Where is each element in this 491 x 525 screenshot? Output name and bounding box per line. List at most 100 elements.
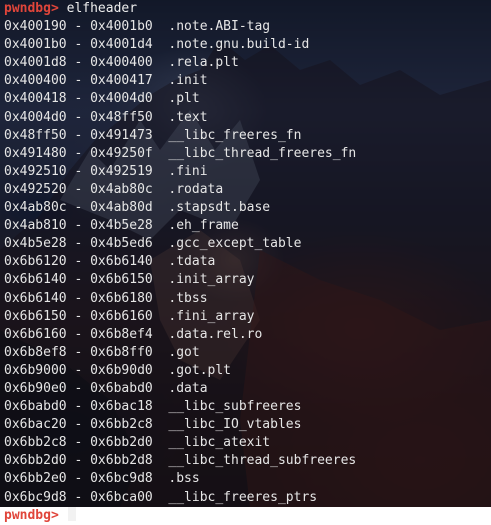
section-end-address: 0x6b6140 <box>90 254 153 270</box>
range-separator: - <box>74 471 83 487</box>
section-row: 0x491480 - 0x49250f __libc_thread_freere… <box>4 145 356 163</box>
section-end-address: 0x6bb2d8 <box>90 453 153 469</box>
section-end-address: 0x6bb2d0 <box>90 435 153 451</box>
section-end-address: 0x6bac18 <box>90 399 153 415</box>
section-name: .data <box>168 380 208 396</box>
range-separator: - <box>74 290 83 306</box>
section-end-address: 0x400417 <box>90 73 153 89</box>
section-name: .data.rel.ro <box>168 326 263 342</box>
section-list: 0x400190 - 0x4001b0 .note.ABI-tag 0x4001b… <box>4 18 356 507</box>
section-row: 0x6b6150 - 0x6b6160 .fini_array <box>4 308 356 326</box>
range-separator: - <box>74 435 83 451</box>
range-separator: - <box>74 326 83 342</box>
section-end-address: 0x4001d4 <box>90 37 153 53</box>
section-row: 0x4ab80c - 0x4ab80d .stapsdt.base <box>4 199 356 217</box>
range-separator: - <box>74 417 83 433</box>
section-row: 0x4004d0 - 0x48ff50 .text <box>4 109 356 127</box>
section-end-address: 0x6b8ef4 <box>90 326 153 342</box>
section-row: 0x4ab810 - 0x4b5e28 .eh_frame <box>4 217 356 235</box>
section-start-address: 0x6b8ef8 <box>4 344 67 360</box>
section-start-address: 0x400190 <box>4 19 67 35</box>
section-name: .eh_frame <box>168 218 239 234</box>
text-cursor <box>67 506 76 521</box>
section-row: 0x6b6120 - 0x6b6140 .tdata <box>4 253 356 271</box>
section-name: .tbss <box>168 290 208 306</box>
section-name: __libc_IO_vtables <box>168 417 302 433</box>
section-name: .got <box>168 344 200 360</box>
section-name: .fini_array <box>168 308 255 324</box>
section-end-address: 0x6b6150 <box>90 272 153 288</box>
range-separator: - <box>74 362 83 378</box>
section-row: 0x6b9000 - 0x6b90d0 .got.plt <box>4 362 356 380</box>
section-end-address: 0x49250f <box>90 145 153 161</box>
range-separator: - <box>74 163 83 179</box>
section-start-address: 0x6bb2c8 <box>4 435 67 451</box>
section-row: 0x4001d8 - 0x400400 .rela.plt <box>4 54 356 72</box>
section-end-address: 0x6b6160 <box>90 308 153 324</box>
section-start-address: 0x6bb2e0 <box>4 471 67 487</box>
section-name: .note.gnu.build-id <box>168 37 310 53</box>
range-separator: - <box>74 380 83 396</box>
range-separator: - <box>74 453 83 469</box>
section-start-address: 0x4001b0 <box>4 37 67 53</box>
section-name: .fini <box>168 163 208 179</box>
section-end-address: 0x4b5ed6 <box>90 236 153 252</box>
section-row: 0x6b6140 - 0x6b6150 .init_array <box>4 271 356 289</box>
section-row: 0x6bb2e0 - 0x6bc9d8 .bss <box>4 470 356 488</box>
range-separator: - <box>74 272 83 288</box>
command-line: pwndbg> elfheader <box>4 0 356 18</box>
section-name: .rodata <box>168 181 224 197</box>
section-row: 0x492520 - 0x4ab80c .rodata <box>4 181 356 199</box>
section-end-address: 0x6babd0 <box>90 380 153 396</box>
section-row: 0x6bc9d8 - 0x6bca00 __libc_freeres_ptrs <box>4 489 356 507</box>
input-line[interactable]: pwndbg> <box>4 506 356 525</box>
range-separator: - <box>74 218 83 234</box>
section-row: 0x6bac20 - 0x6bb2c8 __libc_IO_vtables <box>4 416 356 434</box>
section-start-address: 0x400400 <box>4 73 67 89</box>
range-separator: - <box>74 73 83 89</box>
range-separator: - <box>74 308 83 324</box>
section-name: .init <box>168 73 208 89</box>
section-start-address: 0x6b6120 <box>4 254 67 270</box>
section-start-address: 0x4ab80c <box>4 200 67 216</box>
section-name: __libc_thread_subfreeres <box>168 453 357 469</box>
range-separator: - <box>74 109 83 125</box>
range-separator: - <box>74 145 83 161</box>
section-end-address: 0x6bc9d8 <box>90 471 153 487</box>
section-end-address: 0x4b5e28 <box>90 218 153 234</box>
section-name: .bss <box>168 471 200 487</box>
section-start-address: 0x6b6160 <box>4 326 67 342</box>
section-name: .stapsdt.base <box>168 200 271 216</box>
section-start-address: 0x6bc9d8 <box>4 489 67 505</box>
section-end-address: 0x491473 <box>90 127 153 143</box>
section-start-address: 0x4ab810 <box>4 218 67 234</box>
gdb-prompt: pwndbg> <box>4 1 59 16</box>
range-separator: - <box>74 37 83 53</box>
range-separator: - <box>74 489 83 505</box>
section-start-address: 0x6b90e0 <box>4 380 67 396</box>
section-end-address: 0x6bb2c8 <box>90 417 153 433</box>
range-separator: - <box>74 91 83 107</box>
section-start-address: 0x6b6140 <box>4 272 67 288</box>
section-row: 0x6bb2d0 - 0x6bb2d8 __libc_thread_subfre… <box>4 452 356 470</box>
section-end-address: 0x4001b0 <box>90 19 153 35</box>
section-row: 0x4001b0 - 0x4001d4 .note.gnu.build-id <box>4 36 356 54</box>
section-end-address: 0x4004d0 <box>90 91 153 107</box>
section-row: 0x400190 - 0x4001b0 .note.ABI-tag <box>4 18 356 36</box>
section-start-address: 0x491480 <box>4 145 67 161</box>
range-separator: - <box>74 181 83 197</box>
section-end-address: 0x492519 <box>90 163 153 179</box>
section-row: 0x4b5e28 - 0x4b5ed6 .gcc_except_table <box>4 235 356 253</box>
section-start-address: 0x6bac20 <box>4 417 67 433</box>
section-row: 0x6b6140 - 0x6b6180 .tbss <box>4 290 356 308</box>
section-start-address: 0x6b6140 <box>4 290 67 306</box>
section-name: .gcc_except_table <box>168 236 302 252</box>
gdb-prompt: pwndbg> <box>4 507 59 523</box>
section-row: 0x6b8ef8 - 0x6b8ff0 .got <box>4 344 356 362</box>
terminal-window[interactable]: pwndbg> elfheader 0x400190 - 0x4001b0 .n… <box>0 0 491 523</box>
terminal-output: pwndbg> elfheader 0x400190 - 0x4001b0 .n… <box>4 0 356 525</box>
section-start-address: 0x6b9000 <box>4 362 67 378</box>
section-end-address: 0x6b90d0 <box>90 362 153 378</box>
range-separator: - <box>74 127 83 143</box>
section-name: .plt <box>168 91 200 107</box>
